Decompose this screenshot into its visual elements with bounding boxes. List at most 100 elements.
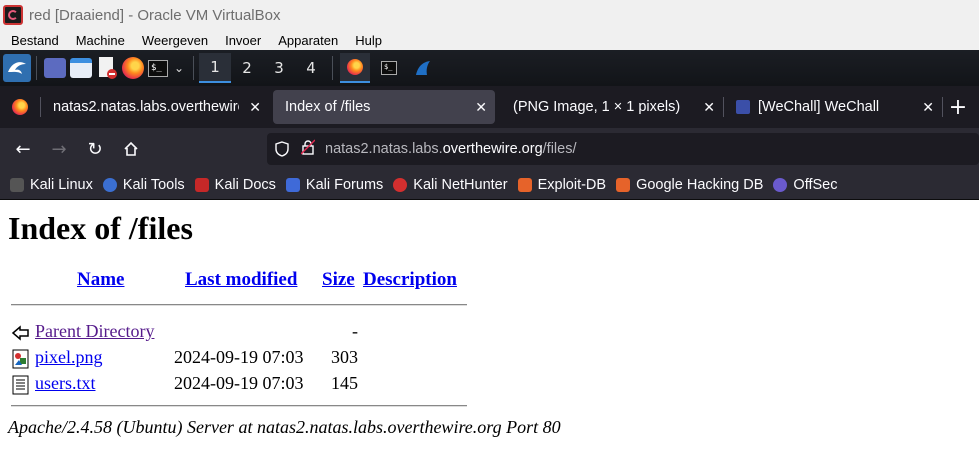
table-row: Parent Directory - <box>8 321 468 343</box>
panel-separator <box>36 56 37 80</box>
kali-top-panel: $_ ⌄ 1 2 3 4 $_ <box>0 50 979 86</box>
tab-png-image[interactable]: (PNG Image, 1 × 1 pixels) ✕ <box>501 90 723 124</box>
table-row: pixel.png 2024-09-19 07:03 303 <box>8 347 468 369</box>
menu-apparaten[interactable]: Apparaten <box>272 33 344 48</box>
close-icon[interactable]: ✕ <box>912 99 934 116</box>
tab-index-of-files[interactable]: Index of /files ✕ <box>273 90 495 124</box>
file-manager-icon[interactable] <box>70 53 92 83</box>
column-header-size[interactable]: Size <box>322 269 355 291</box>
workspace-1[interactable]: 1 <box>199 53 231 83</box>
browser-tab-strip: natas2.natas.labs.overthewire.org ✕ Inde… <box>0 86 979 128</box>
back-arrow-icon[interactable]: ← <box>6 133 40 165</box>
workspace-2[interactable]: 2 <box>231 53 263 83</box>
menu-hulp[interactable]: Hulp <box>349 33 388 48</box>
ghdb-icon <box>616 177 631 192</box>
workspace-4[interactable]: 4 <box>295 53 327 83</box>
bookmarks-toolbar: Kali Linux Kali Tools Kali Docs Kali For… <box>0 170 979 200</box>
bookmark-exploit-db[interactable]: Exploit-DB <box>517 177 606 193</box>
chevron-down-icon[interactable]: ⌄ <box>172 53 186 83</box>
parent-directory-link[interactable]: Parent Directory <box>35 321 154 342</box>
menu-invoer[interactable]: Invoer <box>219 33 267 48</box>
column-header-modified[interactable]: Last modified <box>185 269 297 291</box>
url-prefix: natas2.natas.labs. <box>325 141 443 157</box>
text-editor-icon[interactable] <box>96 53 118 83</box>
close-icon[interactable]: ✕ <box>465 99 487 116</box>
bookmark-google-hacking-db[interactable]: Google Hacking DB <box>616 177 763 193</box>
text-file-icon <box>11 375 31 395</box>
kali-tools-icon <box>102 177 117 192</box>
close-icon[interactable]: ✕ <box>693 99 715 116</box>
file-modified: 2024-09-19 07:03 <box>174 347 304 367</box>
url-host: overthewire.org <box>442 141 543 157</box>
wechall-favicon-icon <box>736 100 750 114</box>
debian-logo-icon <box>3 5 23 25</box>
bookmark-offsec[interactable]: OffSec <box>773 177 837 193</box>
menu-bestand[interactable]: Bestand <box>5 33 65 48</box>
vbox-menubar: Bestand Machine Weergeven Invoer Apparat… <box>0 30 979 50</box>
forward-arrow-icon[interactable]: → <box>42 133 76 165</box>
bookmark-label: Kali NetHunter <box>413 176 508 193</box>
home-icon[interactable] <box>114 133 148 165</box>
file-size: 303 <box>331 347 358 367</box>
page-content: Index of /files Name Last modified Size … <box>0 201 979 450</box>
show-desktop-icon[interactable] <box>44 53 66 83</box>
bookmark-kali-docs[interactable]: Kali Docs <box>194 176 276 193</box>
workspace-3[interactable]: 3 <box>263 53 295 83</box>
vbox-title-bar: red [Draaiend] - Oracle VM VirtualBox <box>0 0 979 30</box>
kali-docs-icon <box>194 177 209 192</box>
window-title: red [Draaiend] - Oracle VM VirtualBox <box>29 6 281 24</box>
bookmark-kali-linux[interactable]: Kali Linux <box>10 177 93 193</box>
tab-natas2[interactable]: natas2.natas.labs.overthewire.org ✕ <box>41 90 269 124</box>
tracking-shield-icon[interactable] <box>275 141 289 157</box>
column-header-description[interactable]: Description <box>363 269 457 291</box>
new-tab-button[interactable]: + <box>943 95 973 120</box>
server-signature: Apache/2.4.58 (Ubuntu) Server at natas2.… <box>8 417 561 437</box>
tab-label: (PNG Image, 1 × 1 pixels) <box>513 99 681 115</box>
bookmark-label: Kali Linux <box>30 176 93 193</box>
file-modified: 2024-09-19 07:03 <box>174 373 304 393</box>
bookmark-label: OffSec <box>793 176 838 193</box>
bookmark-kali-forums[interactable]: Kali Forums <box>285 176 384 193</box>
file-size: 145 <box>331 373 358 393</box>
browser-nav-bar: ← → ↻ natas2.natas.labs.overthewire.org/… <box>0 128 979 170</box>
taskbar-wireshark-icon[interactable] <box>408 53 438 83</box>
bookmark-label: Google Hacking DB <box>636 176 764 193</box>
bookmark-label: Kali Docs <box>214 176 276 193</box>
close-icon[interactable]: ✕ <box>239 99 261 116</box>
page-title: Index of /files <box>8 210 193 246</box>
menu-weergeven[interactable]: Weergeven <box>136 33 214 48</box>
bookmark-kali-nethunter[interactable]: Kali NetHunter <box>393 176 508 193</box>
not-secure-icon[interactable] <box>300 139 316 159</box>
firefox-launcher-icon[interactable] <box>122 53 144 83</box>
bookmark-label: Kali Forums <box>305 176 384 193</box>
bookmark-kali-tools[interactable]: Kali Tools <box>102 176 185 193</box>
tab-label: Index of /files <box>285 99 371 115</box>
taskbar-firefox-icon[interactable] <box>340 53 370 83</box>
file-size: - <box>352 321 358 341</box>
file-link-users-txt[interactable]: users.txt <box>35 373 96 394</box>
back-icon <box>11 323 31 343</box>
column-header-name[interactable]: Name <box>77 269 124 291</box>
offsec-icon <box>773 177 788 192</box>
panel-separator <box>332 56 333 80</box>
nethunter-icon <box>393 177 408 192</box>
tab-wechall[interactable]: [WeChall] WeChall ✕ <box>724 90 942 124</box>
image-icon <box>11 349 31 369</box>
tab-label: [WeChall] WeChall <box>758 99 880 115</box>
exploit-db-icon <box>517 177 532 192</box>
url-text[interactable]: natas2.natas.labs.overthewire.org/files/ <box>325 141 576 157</box>
url-bar[interactable]: natas2.natas.labs.overthewire.org/files/ <box>267 133 979 165</box>
taskbar-terminal-icon[interactable]: $_ <box>374 53 404 83</box>
menu-machine[interactable]: Machine <box>70 33 131 48</box>
reload-icon[interactable]: ↻ <box>78 133 112 165</box>
file-link-pixel-png[interactable]: pixel.png <box>35 347 103 368</box>
divider <box>11 405 467 407</box>
terminal-launcher-icon[interactable]: $_ <box>148 53 168 83</box>
url-path: /files/ <box>542 141 577 157</box>
panel-separator <box>193 56 194 80</box>
kali-menu-icon[interactable] <box>3 54 31 82</box>
divider <box>11 304 467 306</box>
bookmark-label: Kali Tools <box>122 176 185 193</box>
table-row: users.txt 2024-09-19 07:03 145 <box>8 373 468 395</box>
firefox-view-icon[interactable] <box>0 86 40 128</box>
